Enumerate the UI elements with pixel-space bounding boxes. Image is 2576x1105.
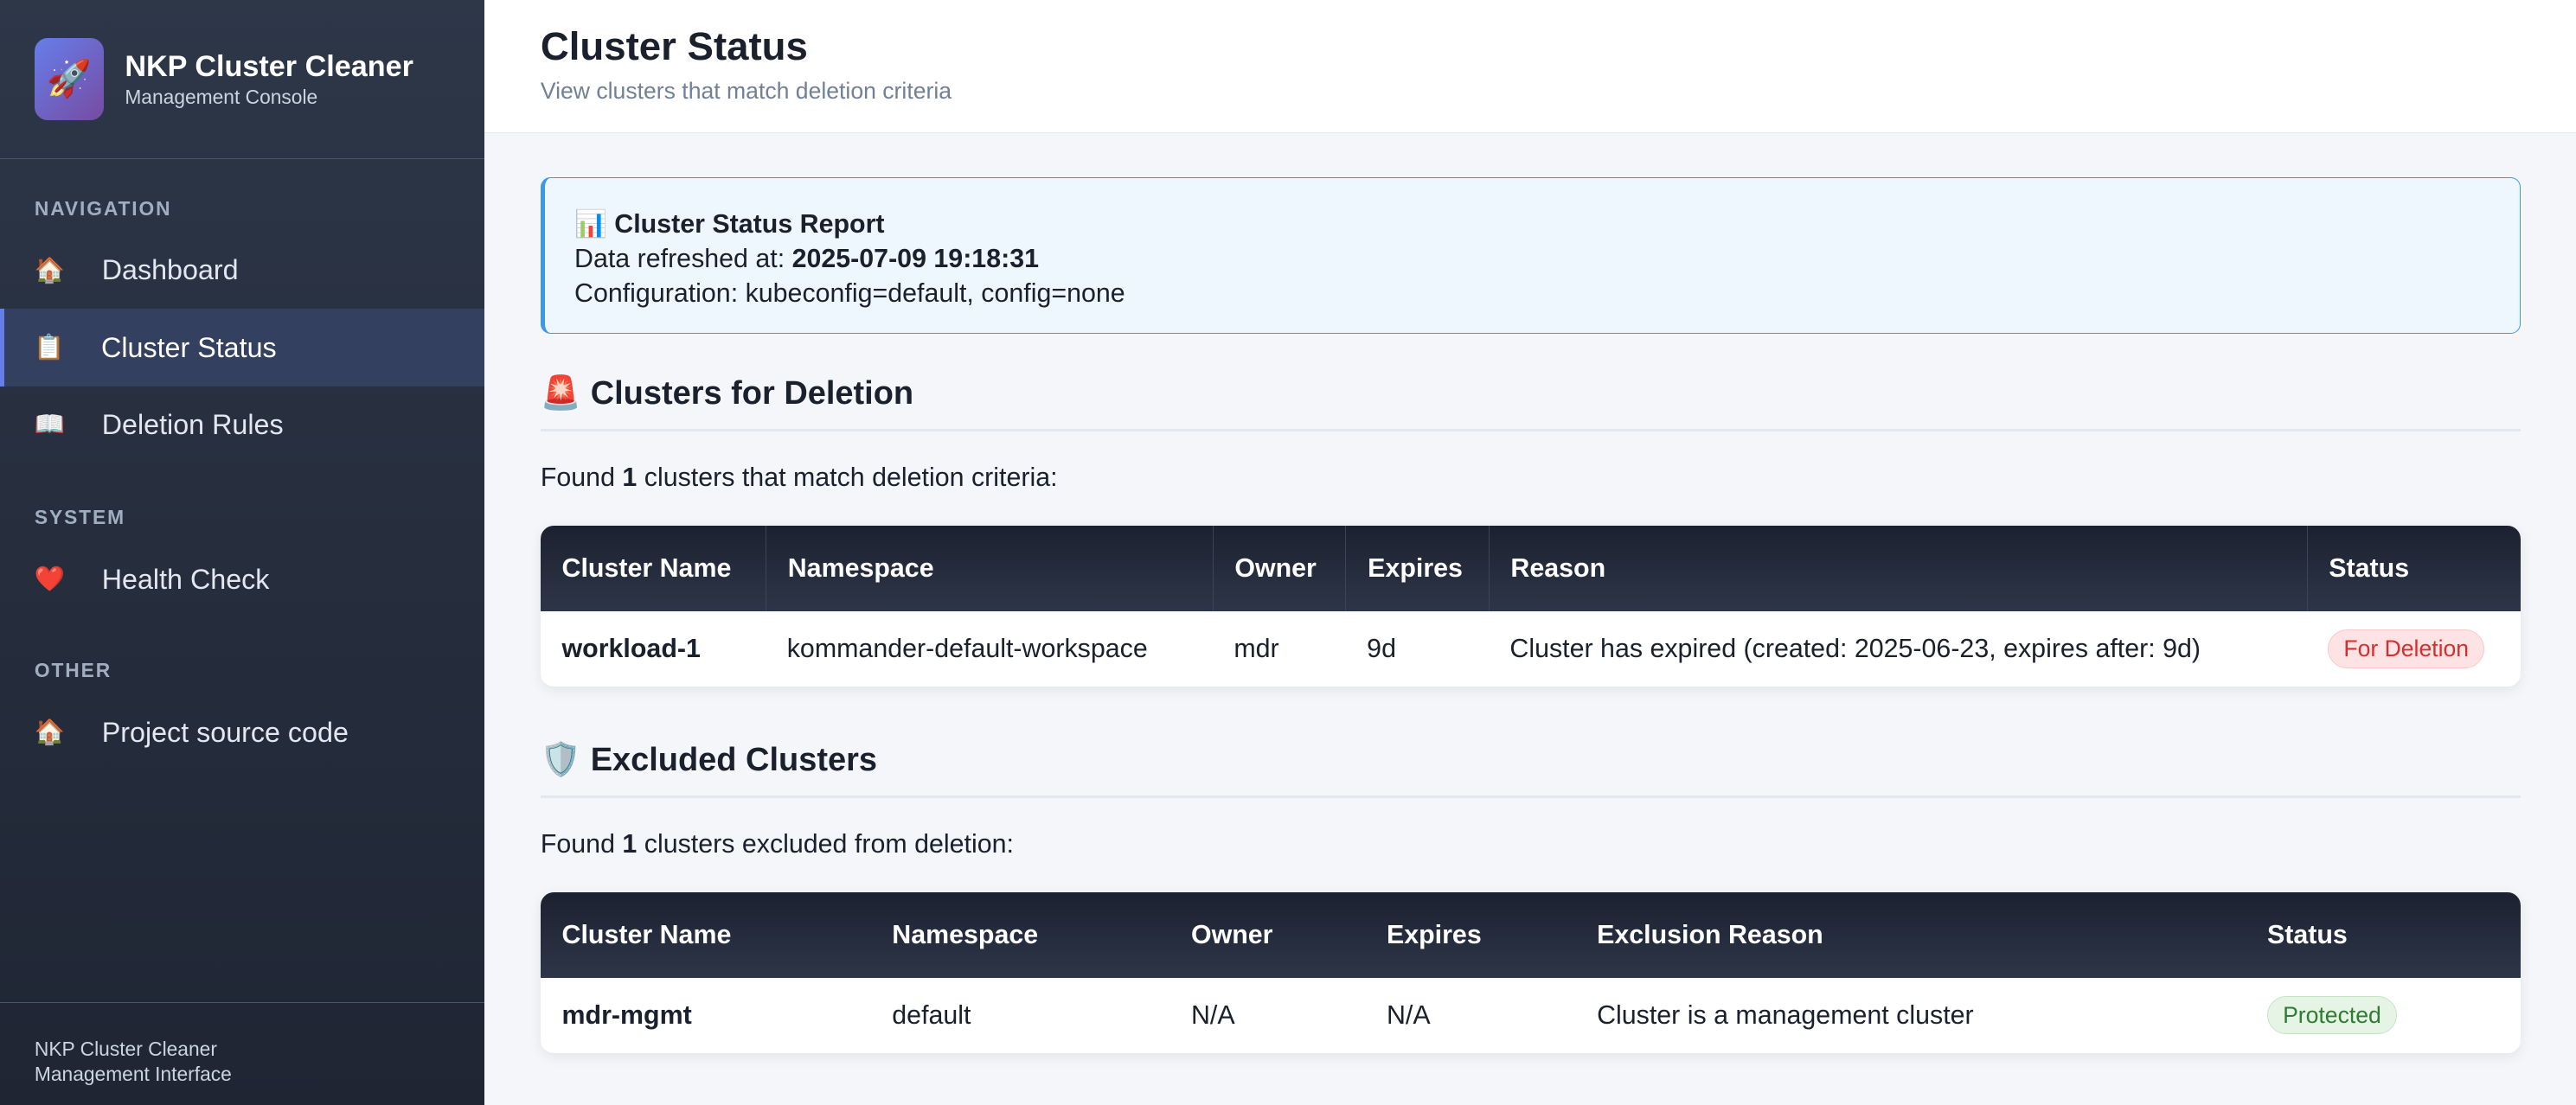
- column-header[interactable]: Owner: [1169, 891, 1366, 978]
- status-badge: For Deletion: [2328, 629, 2485, 668]
- sidebar-item-cluster-status[interactable]: 📋 Cluster Status: [0, 309, 485, 386]
- footer-line: Management Interface: [34, 1062, 232, 1085]
- report-title: Cluster Status Report: [614, 209, 885, 240]
- column-header[interactable]: Status: [2246, 891, 2521, 978]
- column-header[interactable]: Owner: [1212, 526, 1346, 611]
- excluded-found-text: Found 1 clusters excluded from deletion:: [541, 829, 2521, 859]
- heading-text: Clusters for Deletion: [590, 375, 914, 412]
- main-content: Cluster Status View clusters that match …: [484, 0, 2576, 1105]
- exclusion-reason: Cluster is a management cluster: [1597, 1000, 1974, 1030]
- cluster-name: mdr-mgmt: [561, 1000, 692, 1030]
- sidebar-item-label: Cluster Status: [101, 331, 277, 363]
- namespace: kommander-default-workspace: [786, 633, 1148, 663]
- footer-line: NKP Cluster Cleaner: [34, 1038, 217, 1061]
- page-title: Cluster Status: [540, 24, 808, 69]
- section-system: SYSTEM: [34, 506, 125, 529]
- owner: N/A: [1190, 1000, 1235, 1030]
- app-subtitle: Management Console: [125, 85, 318, 108]
- deletion-heading: 🚨 Clusters for Deletion: [540, 374, 2521, 431]
- heading-text: Excluded Clusters: [590, 741, 877, 778]
- reason: Cluster has expired (created: 2025-06-23…: [1509, 633, 2201, 663]
- sidebar: 🚀 NKP Cluster Cleaner Management Console…: [0, 0, 485, 1105]
- deletion-found-text: Found 1 clusters that match deletion cri…: [541, 463, 2521, 493]
- configuration-text: Configuration: kubeconfig=default, confi…: [574, 278, 1125, 309]
- status-badge: Protected: [2266, 996, 2397, 1035]
- table-header-row: Cluster Name Namespace Owner Expires Exc…: [540, 891, 2521, 978]
- column-header[interactable]: Cluster Name: [540, 891, 871, 978]
- sidebar-footer: NKP Cluster Cleaner Management Interface: [0, 1001, 485, 1105]
- excluded-heading: 🛡️ Excluded Clusters: [540, 741, 2521, 798]
- section-other: OTHER: [34, 659, 112, 682]
- owner: mdr: [1234, 633, 1279, 663]
- sidebar-item-label: Project source code: [101, 716, 349, 748]
- bar-chart-icon: 📊: [574, 209, 607, 240]
- house-icon: 🏠: [34, 256, 66, 284]
- column-header[interactable]: Status: [2306, 526, 2521, 611]
- sidebar-item-health-check[interactable]: ❤️ Health Check: [0, 541, 484, 618]
- column-header[interactable]: Namespace: [766, 526, 1213, 611]
- sidebar-item-dashboard[interactable]: 🏠 Dashboard: [0, 232, 484, 309]
- status-report-box: 📊 Cluster Status Report Data refreshed a…: [540, 177, 2521, 334]
- refreshed-value: 2025-07-09 19:18:31: [791, 244, 1039, 274]
- found-suffix: clusters that match deletion criteria:: [637, 463, 1058, 493]
- column-header[interactable]: Reason: [1488, 526, 2307, 611]
- found-count: 1: [622, 463, 638, 493]
- table-row: workload-1 kommander-default-workspace m…: [541, 611, 2521, 687]
- section-navigation: NAVIGATION: [34, 196, 172, 220]
- refreshed-label: Data refreshed at:: [574, 244, 792, 274]
- sidebar-item-label: Deletion Rules: [101, 408, 284, 440]
- namespace: default: [892, 1000, 971, 1030]
- status-cell: For Deletion: [2307, 611, 2521, 687]
- column-header[interactable]: Exclusion Reason: [1575, 891, 2246, 978]
- sidebar-item-project-source[interactable]: 🏠 Project source code: [0, 694, 484, 771]
- siren-icon: 🚨: [540, 375, 582, 412]
- column-header[interactable]: Expires: [1345, 526, 1489, 611]
- clipboard-icon: 📋: [34, 334, 65, 362]
- rocket-logo-icon: 🚀: [34, 38, 104, 121]
- table-header-row: Cluster Name Namespace Owner Expires Rea…: [540, 526, 2521, 611]
- column-header[interactable]: Namespace: [870, 891, 1170, 978]
- column-header[interactable]: Expires: [1365, 891, 1576, 978]
- house-icon: 🏠: [34, 719, 66, 747]
- column-header[interactable]: Cluster Name: [540, 526, 766, 611]
- app-title: NKP Cluster Cleaner: [125, 49, 413, 83]
- excluded-table: Cluster Name Namespace Owner Expires Exc…: [540, 891, 2521, 1053]
- expires: N/A: [1386, 1000, 1431, 1030]
- deletion-table: Cluster Name Namespace Owner Expires Rea…: [540, 526, 2521, 687]
- found-count: 1: [622, 828, 638, 859]
- page-subtitle: View clusters that match deletion criter…: [540, 77, 952, 104]
- heart-icon: ❤️: [34, 565, 66, 594]
- book-icon: 📖: [34, 411, 66, 439]
- page-header: Cluster Status View clusters that match …: [484, 0, 2576, 133]
- status-cell: Protected: [2246, 978, 2520, 1053]
- cluster-name: workload-1: [561, 633, 701, 663]
- shield-icon: 🛡️: [540, 741, 582, 778]
- found-prefix: Found: [540, 463, 623, 493]
- found-suffix: clusters excluded from deletion:: [637, 828, 1014, 859]
- table-row: mdr-mgmt default N/A N/A Cluster is a ma…: [541, 978, 2521, 1053]
- brand: 🚀 NKP Cluster Cleaner Management Console: [0, 0, 485, 160]
- sidebar-item-deletion-rules[interactable]: 📖 Deletion Rules: [0, 386, 484, 463]
- found-prefix: Found: [540, 828, 623, 859]
- sidebar-item-label: Health Check: [101, 563, 270, 595]
- expires: 9d: [1367, 633, 1396, 663]
- sidebar-item-label: Dashboard: [101, 254, 239, 286]
